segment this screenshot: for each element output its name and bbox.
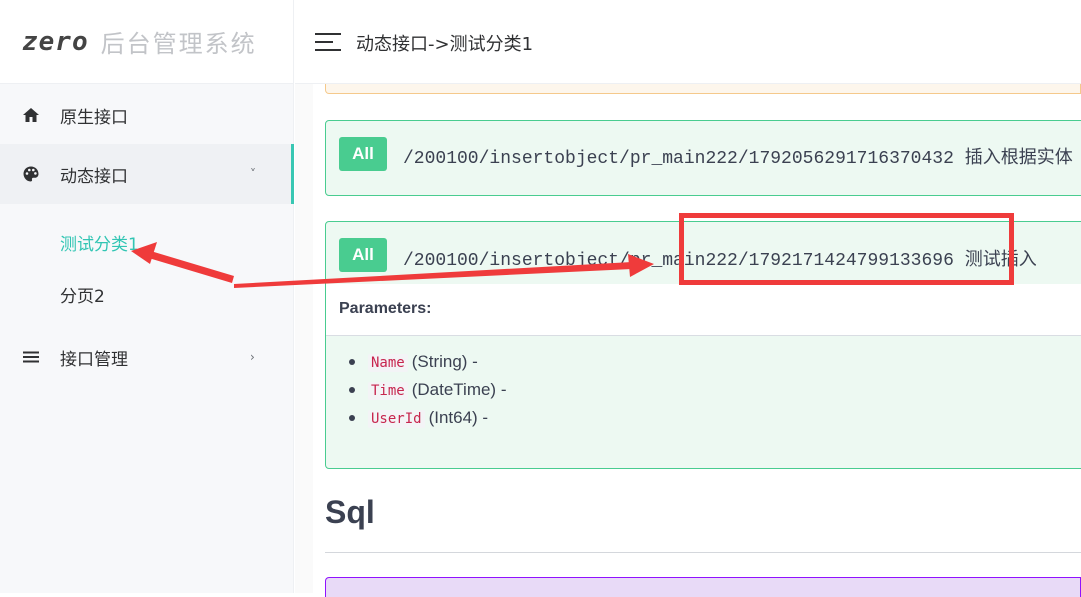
parameter-name: Time	[368, 382, 408, 400]
breadcrumb: 动态接口->测试分类1	[356, 34, 534, 55]
sidebar-item-native-api[interactable]: 原生接口	[0, 85, 294, 145]
sidebar-subitem-test-category-1[interactable]: 测试分类1	[60, 230, 139, 255]
main-area: All /200100/insertobject/pr_main222/1792…	[295, 84, 1081, 597]
method-badge: All	[339, 137, 387, 171]
content-panel: All /200100/insertobject/pr_main222/1792…	[313, 84, 1081, 597]
parameter-name: UserId	[368, 410, 425, 428]
chevron-down-icon: ˅	[250, 167, 256, 181]
method-badge: All	[339, 238, 387, 272]
section-divider	[325, 552, 1081, 553]
parameter-name: Name	[368, 354, 408, 372]
sidebar-item-label: 原生接口	[60, 107, 128, 128]
hamburger-icon[interactable]	[315, 33, 341, 51]
sidebar-subitem-paging-2[interactable]: 分页2	[60, 282, 105, 307]
menu-lines-icon	[23, 351, 39, 363]
operation-summary[interactable]: All /200100/insertobject/pr_main222/1792…	[326, 121, 1081, 195]
sidebar: zero 后台管理系统 原生接口 动态接口 ˅ 测试分类1 分页2 接口管理 ›	[0, 0, 294, 593]
logo-title: 后台管理系统	[100, 30, 257, 58]
logo-mark: zero	[22, 26, 89, 57]
parameters-list: Name (String) - Time (DateTime) - UserId (I…	[348, 352, 507, 436]
parameter-item: UserId (Int64) -	[348, 408, 506, 436]
top-header: 动态接口->测试分类1	[295, 0, 1081, 84]
annotation-highlight-box	[679, 213, 1014, 285]
sidebar-item-label: 接口管理	[60, 349, 128, 370]
parameters-title: Parameters:	[339, 300, 432, 317]
parameter-type: (Int64) -	[428, 408, 489, 427]
operation-block-partial	[325, 84, 1081, 94]
parameters-header: Parameters:	[326, 284, 1081, 336]
chevron-right-icon: ›	[250, 350, 255, 364]
parameter-type: (DateTime) -	[411, 380, 507, 399]
section-title: Sql	[325, 494, 375, 530]
home-icon	[23, 108, 39, 122]
palette-icon	[23, 166, 39, 182]
logo: zero 后台管理系统	[0, 0, 293, 84]
operation-block-partial	[325, 577, 1081, 597]
parameter-type: (String) -	[411, 352, 478, 371]
operation-block: All /200100/insertobject/pr_main222/1792…	[325, 120, 1081, 196]
parameter-item: Time (DateTime) -	[348, 380, 507, 408]
parameter-item: Name (String) -	[348, 352, 506, 380]
sidebar-item-dynamic-api[interactable]: 动态接口 ˅	[0, 144, 294, 204]
operation-path: /200100/insertobject/pr_main222/17920562…	[403, 149, 1073, 169]
sidebar-item-label: 动态接口	[60, 166, 128, 187]
sidebar-item-api-management[interactable]: 接口管理 ›	[0, 327, 294, 387]
